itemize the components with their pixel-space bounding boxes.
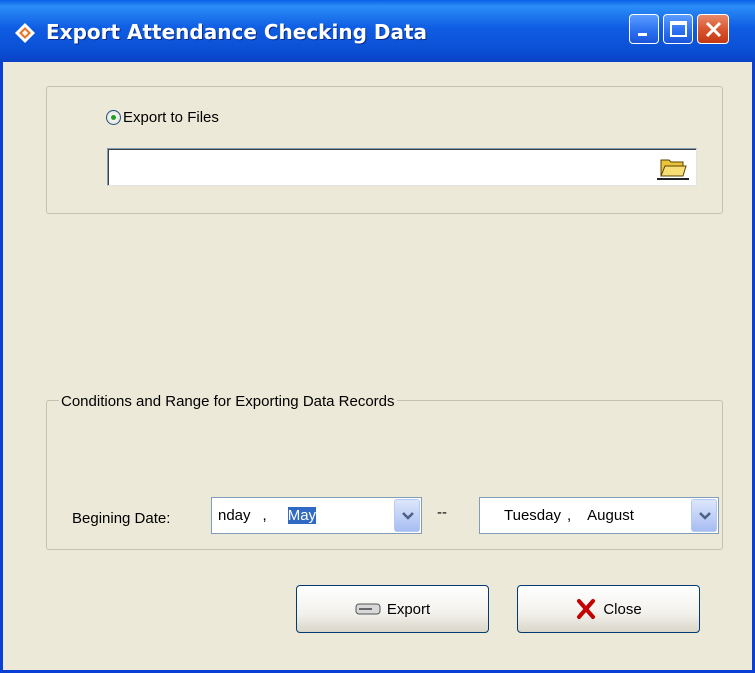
red-x-icon [577, 599, 596, 619]
end-date-dropdown-button[interactable] [691, 499, 717, 532]
end-date-picker[interactable]: Tuesday , August [479, 497, 719, 534]
chevron-down-icon [402, 512, 414, 520]
close-icon [705, 21, 722, 38]
folder-open-icon [657, 159, 689, 180]
export-button[interactable]: Export [296, 585, 489, 633]
close-button-label: Close [603, 600, 642, 618]
end-date-separator: , [566, 507, 572, 524]
end-date-weekday: Tuesday [504, 507, 561, 524]
begin-date-label: Begining Date: [72, 510, 171, 527]
file-path-field[interactable] [107, 148, 697, 186]
close-window-button[interactable] [697, 14, 729, 44]
minimize-icon [638, 33, 647, 36]
window-title: Export Attendance Checking Data [46, 20, 428, 44]
begin-date-picker[interactable]: nday , May [211, 497, 422, 534]
range-separator: -- [437, 504, 447, 521]
begin-date-dropdown-button[interactable] [394, 499, 420, 532]
export-to-files-radio[interactable]: Export to Files [106, 105, 219, 129]
chevron-down-icon [699, 512, 711, 520]
maximize-button[interactable] [663, 14, 693, 44]
export-button-label: Export [386, 600, 431, 618]
close-button[interactable]: Close [517, 585, 700, 633]
drive-icon [355, 603, 381, 615]
end-date-month[interactable]: August [587, 507, 657, 524]
maximize-icon [670, 21, 687, 37]
begin-date-separator: , [262, 507, 267, 524]
begin-date-day: nday [218, 507, 251, 524]
begin-date-month[interactable]: May [287, 507, 317, 524]
export-dialog-window: Export Attendance Checking Data Export t… [0, 0, 755, 673]
file-path-input[interactable] [112, 157, 656, 176]
range-group-title: Conditions and Range for Exporting Data … [59, 393, 397, 410]
radio-selected-icon[interactable] [106, 109, 121, 125]
browse-folder-button[interactable] [655, 152, 691, 182]
app-icon [15, 23, 35, 43]
export-to-files-label: Export to Files [123, 108, 219, 126]
title-bar[interactable]: Export Attendance Checking Data [0, 0, 755, 62]
minimize-button[interactable] [629, 14, 659, 44]
